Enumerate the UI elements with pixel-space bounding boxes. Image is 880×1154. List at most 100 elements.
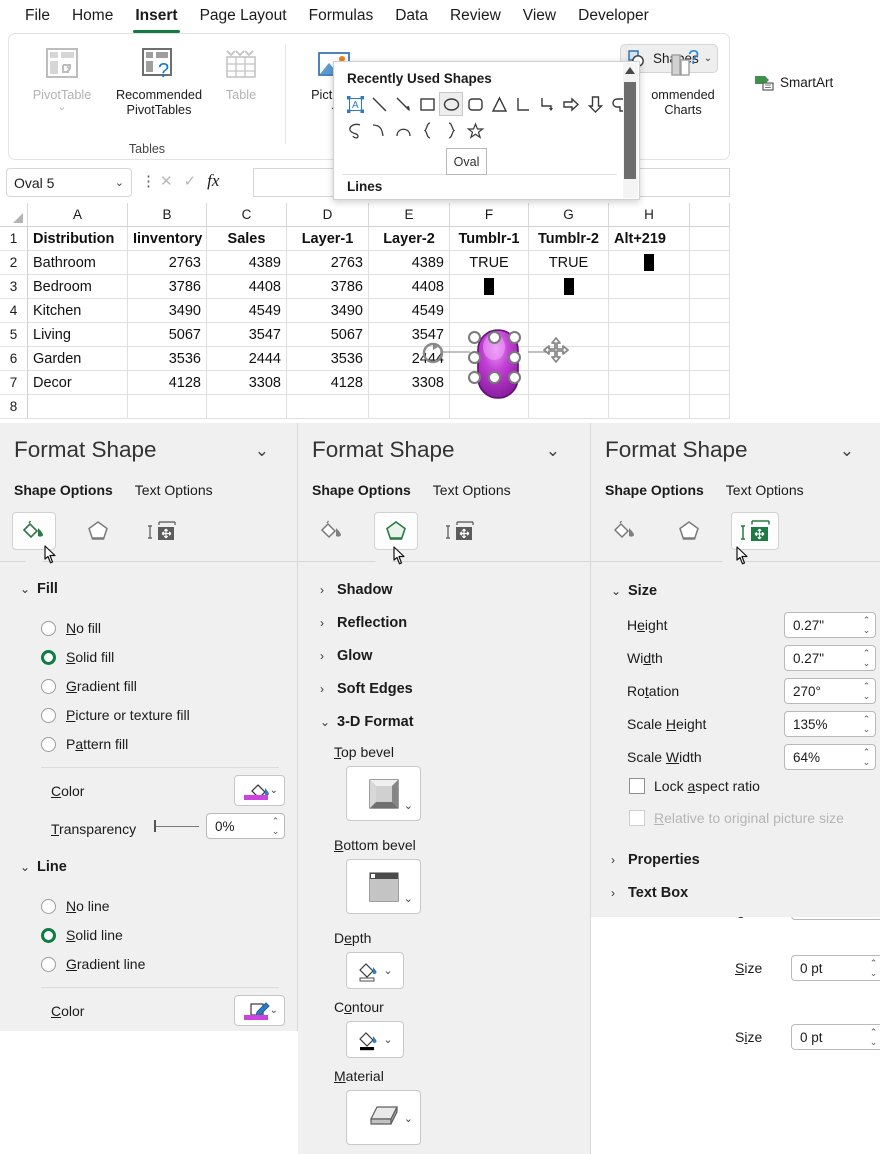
gallery-scrollbar[interactable] xyxy=(623,63,638,198)
ribbon-tab-file[interactable]: File xyxy=(14,4,61,28)
transparency-slider-knob[interactable] xyxy=(154,820,156,832)
cell-D5[interactable]: 5067 xyxy=(287,323,369,347)
cell-A2[interactable]: Bathroom xyxy=(28,251,128,275)
scrollbar-thumb[interactable] xyxy=(624,82,636,179)
chevron-down-icon[interactable]: ⌄ xyxy=(404,799,413,812)
glow-section-header[interactable]: › Glow xyxy=(320,648,372,664)
row-header-3[interactable]: 3 xyxy=(0,275,28,299)
smartart-button[interactable]: SmartArt xyxy=(754,70,833,94)
shape-curve-icon[interactable] xyxy=(367,118,391,142)
column-header-H[interactable]: H xyxy=(609,203,690,227)
shape-textbox-icon[interactable]: A xyxy=(343,92,367,116)
ribbon-tab-home[interactable]: Home xyxy=(61,4,124,28)
size-and-properties-icon[interactable] xyxy=(731,512,779,550)
cell-C3[interactable]: 4408 xyxy=(207,275,287,299)
column-header-F[interactable]: F xyxy=(450,203,529,227)
fill-section-header[interactable]: ⌄ Fill xyxy=(20,581,58,597)
cell-I5[interactable] xyxy=(690,323,730,347)
cell-H3[interactable] xyxy=(609,275,690,299)
shape-oval-icon[interactable] xyxy=(439,92,463,116)
row-header-7[interactable]: 7 xyxy=(0,371,28,395)
fx-icon[interactable]: fx xyxy=(207,171,219,191)
spinner-arrows[interactable]: ⌃⌄ xyxy=(858,646,875,670)
cell-E3[interactable]: 4408 xyxy=(369,275,450,299)
name-box[interactable]: Oval 5 ⌄ xyxy=(6,168,132,197)
cell-E4[interactable]: 4549 xyxy=(369,299,450,323)
column-header-B[interactable]: B xyxy=(128,203,207,227)
cell-H8[interactable] xyxy=(609,395,690,419)
chevron-down-icon[interactable]: ⌄ xyxy=(115,176,124,189)
cell-D2[interactable]: 2763 xyxy=(287,251,369,275)
cell-I2[interactable] xyxy=(690,251,730,275)
tab-shape-options[interactable]: Shape Options xyxy=(312,482,411,498)
spinner-arrows[interactable]: ⌃⌄ xyxy=(858,613,875,637)
cell-I6[interactable] xyxy=(690,347,730,371)
shape-arc-icon[interactable] xyxy=(391,118,415,142)
cell-B2[interactable]: 2763 xyxy=(128,251,207,275)
cell-I1[interactable] xyxy=(690,227,730,251)
ribbon-tab-page-layout[interactable]: Page Layout xyxy=(189,4,298,28)
cell-G2[interactable]: TRUE xyxy=(529,251,609,275)
cell-A7[interactable]: Decor xyxy=(28,371,128,395)
cell-H5[interactable] xyxy=(609,323,690,347)
size-section-header[interactable]: ⌄ Size xyxy=(611,583,657,599)
width-spinner[interactable]: 0.27" ⌃⌄ xyxy=(784,645,876,671)
chevron-down-icon[interactable]: ⌄ xyxy=(19,103,105,112)
table-button[interactable]: Table xyxy=(214,42,268,103)
close-icon[interactable]: ✕ xyxy=(160,172,173,190)
cell-D7[interactable]: 4128 xyxy=(287,371,369,395)
cell-F4[interactable] xyxy=(450,299,529,323)
chevron-down-icon[interactable]: ⌄ xyxy=(383,964,392,977)
cell-D8[interactable] xyxy=(287,395,369,419)
chevron-down-icon[interactable]: ⌄ xyxy=(270,1005,278,1016)
ribbon-tab-developer[interactable]: Developer xyxy=(567,4,660,28)
spinner-arrows[interactable]: ⌃⌄ xyxy=(267,814,284,838)
tab-text-options[interactable]: Text Options xyxy=(433,482,511,498)
shape-triangle-icon[interactable] xyxy=(487,92,511,116)
chevron-down-icon[interactable]: ⌄ xyxy=(270,785,278,796)
cell-C5[interactable]: 3547 xyxy=(207,323,287,347)
transparency-spinner[interactable]: 0% ⌃⌄ xyxy=(206,813,285,839)
shape-rounded-rectangle-icon[interactable] xyxy=(463,92,487,116)
row-header-2[interactable]: 2 xyxy=(0,251,28,275)
material-picker[interactable]: ⌄ xyxy=(346,1090,421,1145)
effects-icon[interactable] xyxy=(76,512,120,550)
spinner-arrows[interactable]: ⌃⌄ xyxy=(865,1025,880,1049)
cell-A8[interactable] xyxy=(28,395,128,419)
shape-rectangle-icon[interactable] xyxy=(415,92,439,116)
cell-C2[interactable]: 4389 xyxy=(207,251,287,275)
ribbon-tab-view[interactable]: View xyxy=(512,4,567,28)
fill-and-line-icon[interactable] xyxy=(310,512,354,550)
recommended-pivottables-button[interactable]: ? Recommended PivotTables xyxy=(105,42,213,118)
line-section-header[interactable]: ⌄ Line xyxy=(20,859,67,875)
row-header-1[interactable]: 1 xyxy=(0,227,28,251)
tab-text-options[interactable]: Text Options xyxy=(726,482,804,498)
chevron-down-icon[interactable]: ⌄ xyxy=(404,892,413,905)
size-and-properties-icon[interactable] xyxy=(438,512,482,550)
effects-icon[interactable] xyxy=(667,512,711,550)
pivottable-button[interactable]: PivotTable ⌄ xyxy=(19,42,105,112)
cell-G3[interactable] xyxy=(529,275,609,299)
tab-shape-options[interactable]: Shape Options xyxy=(14,482,113,498)
column-header-C[interactable]: C xyxy=(207,203,287,227)
cell-I3[interactable] xyxy=(690,275,730,299)
cell-B1[interactable]: Iinventory xyxy=(128,227,207,251)
cell-B5[interactable]: 5067 xyxy=(128,323,207,347)
cell-C4[interactable]: 4549 xyxy=(207,299,287,323)
row-header-5[interactable]: 5 xyxy=(0,323,28,347)
fill-and-line-icon[interactable] xyxy=(603,512,647,550)
resize-handle-ne[interactable] xyxy=(508,331,521,344)
ribbon-tab-formulas[interactable]: Formulas xyxy=(298,4,385,28)
column-header-I[interactable] xyxy=(690,203,730,227)
recommended-charts-button[interactable]: ? ommended Charts xyxy=(635,42,731,118)
column-header-A[interactable]: A xyxy=(28,203,128,227)
shape-right-arrow-icon[interactable] xyxy=(559,92,583,116)
cell-C6[interactable]: 2444 xyxy=(207,347,287,371)
top-bevel-picker[interactable]: ⌄ xyxy=(346,766,421,821)
cell-I4[interactable] xyxy=(690,299,730,323)
cell-G4[interactable] xyxy=(529,299,609,323)
radio-pattern-fill[interactable]: Pattern fill xyxy=(41,736,128,752)
scroll-up-icon[interactable] xyxy=(625,67,635,74)
shape-elbow-arrow-connector-icon[interactable] xyxy=(535,92,559,116)
row-header-4[interactable]: 4 xyxy=(0,299,28,323)
